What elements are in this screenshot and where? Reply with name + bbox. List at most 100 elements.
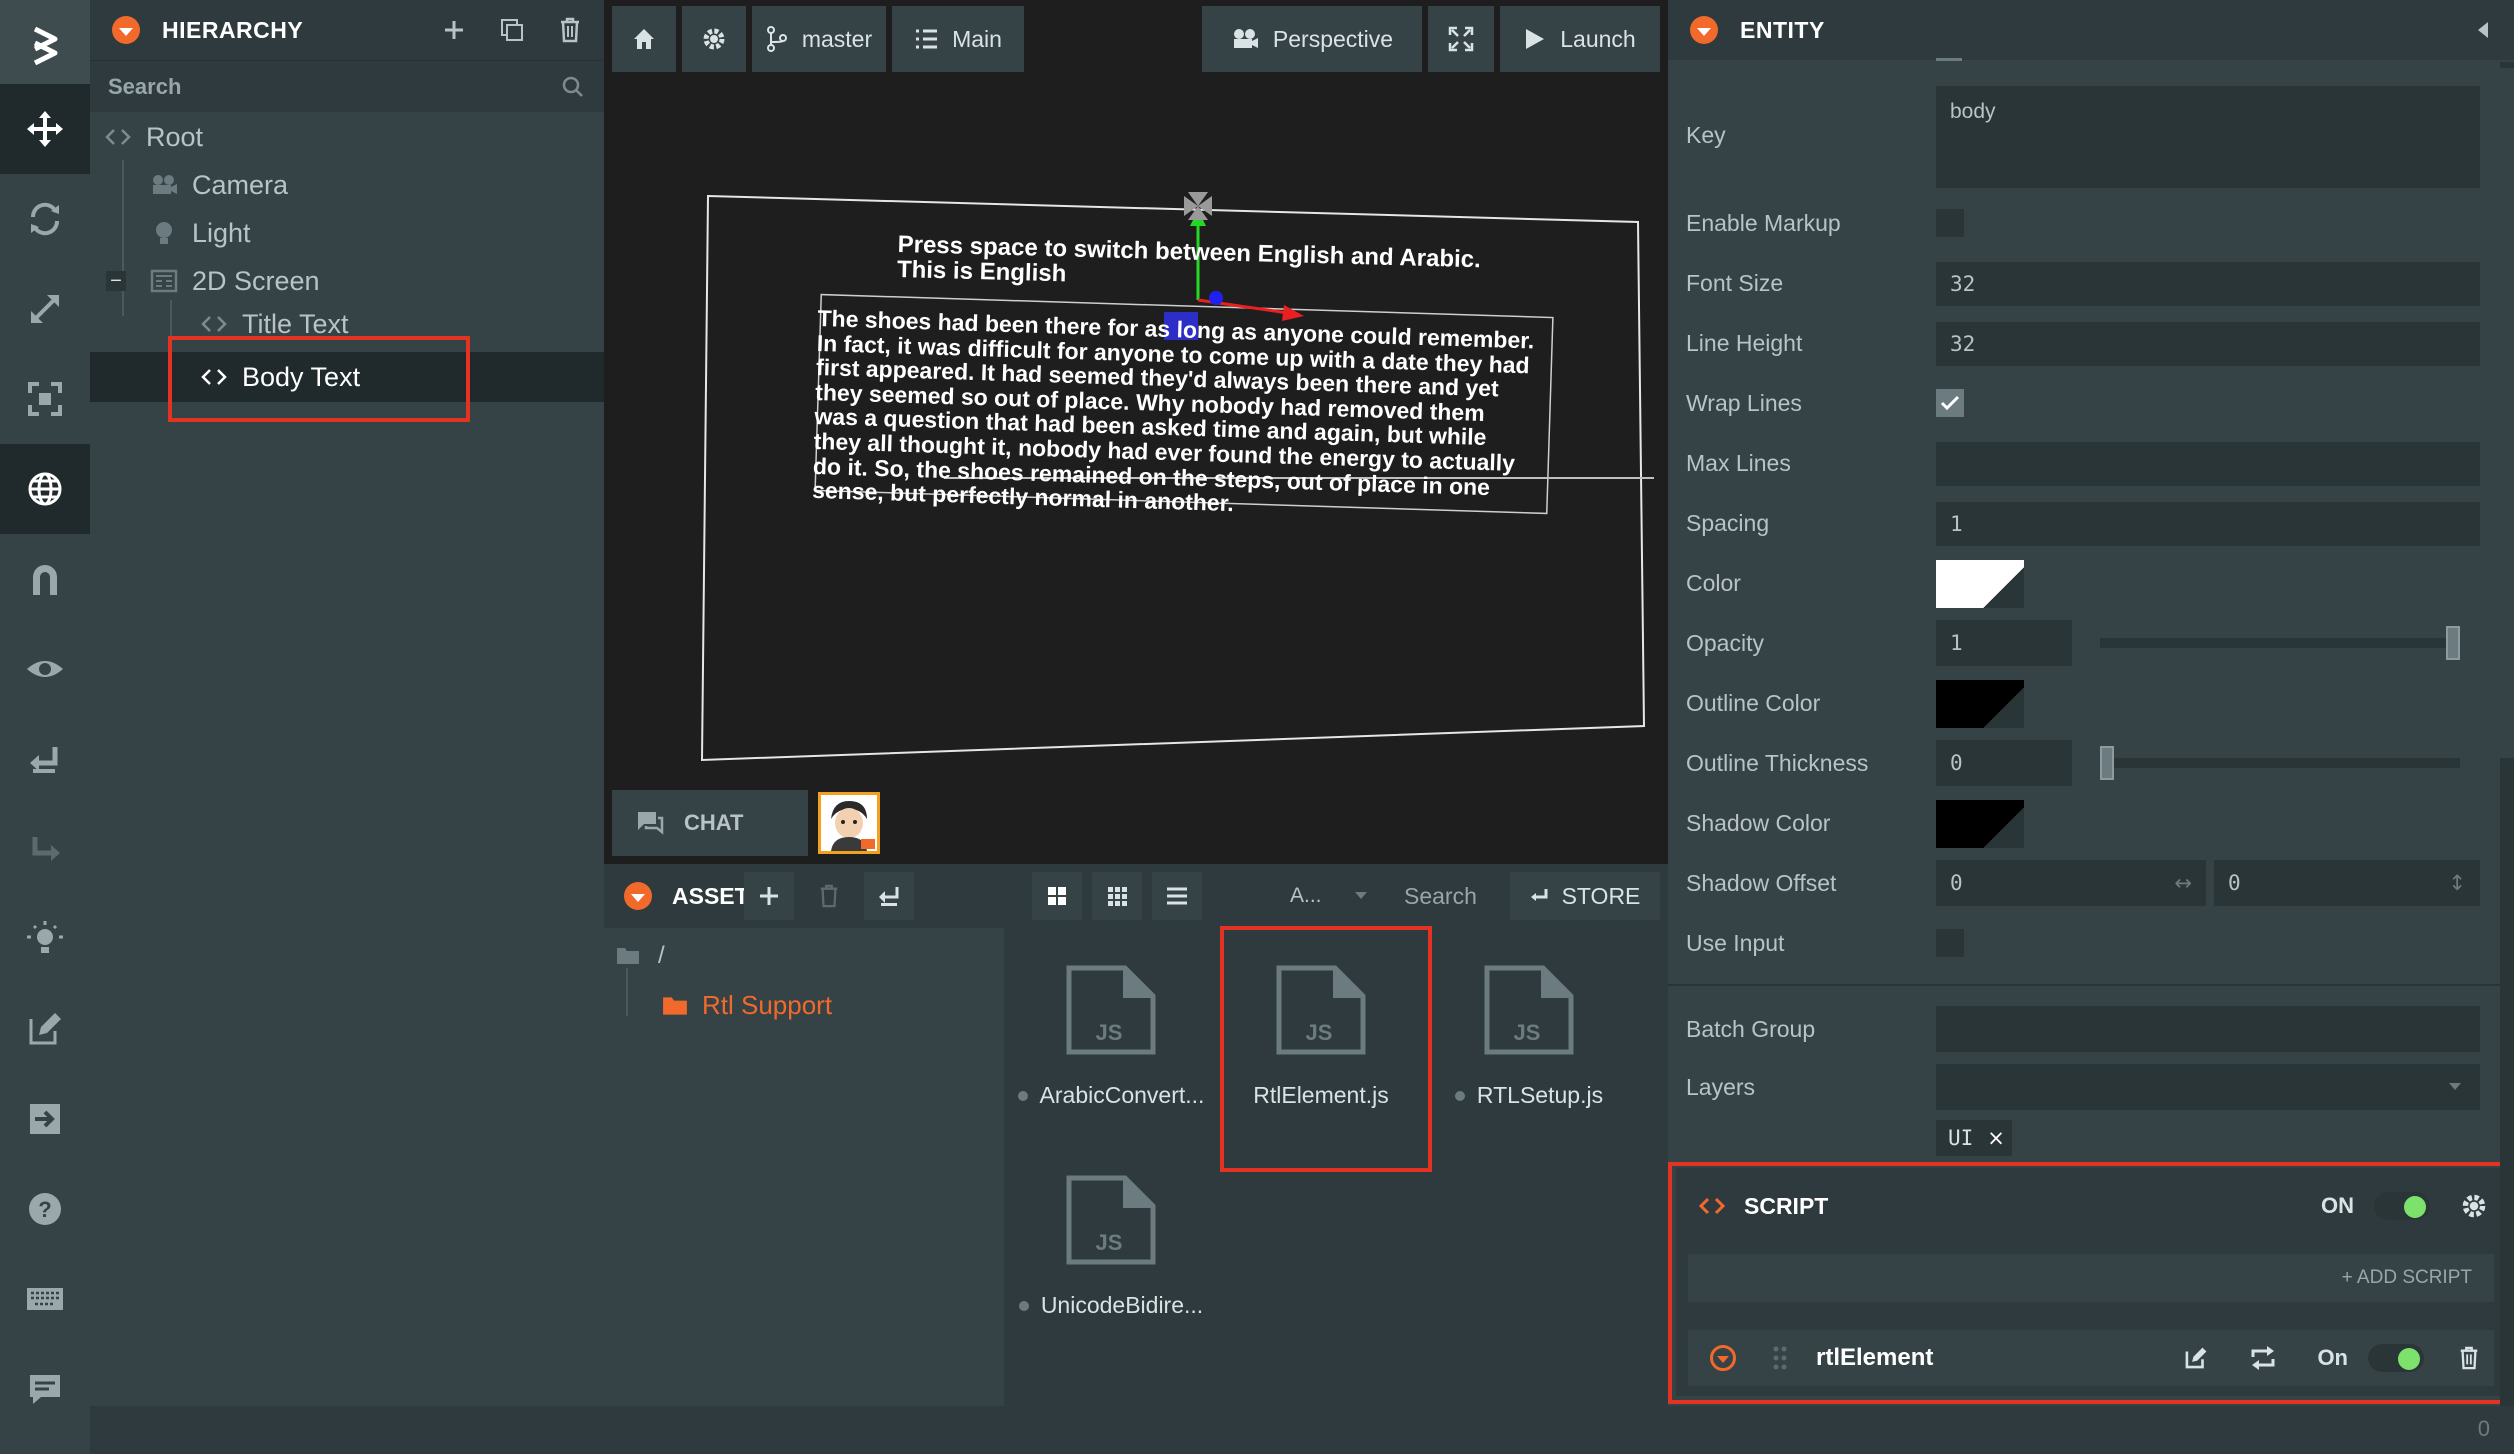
spacing-field[interactable]: 1 bbox=[1936, 502, 2480, 546]
js-file-icon: JS bbox=[1484, 965, 1574, 1055]
asset-search-input[interactable]: Search bbox=[1404, 872, 1504, 920]
batch-group-select[interactable] bbox=[1936, 1006, 2480, 1052]
svg-text:JS: JS bbox=[1306, 1020, 1333, 1045]
edit-icon[interactable] bbox=[0, 984, 90, 1074]
screen-icon bbox=[150, 269, 178, 293]
store-button[interactable]: STORE bbox=[1510, 872, 1660, 920]
status-dot bbox=[1454, 1090, 1465, 1101]
snap-icon[interactable] bbox=[0, 534, 90, 624]
collapse-icon[interactable] bbox=[112, 16, 140, 44]
tree-item-root[interactable]: Root bbox=[104, 114, 203, 160]
tree-item-label: Title Text bbox=[242, 308, 349, 339]
avatar[interactable] bbox=[818, 792, 880, 854]
chat-button[interactable]: CHAT bbox=[612, 790, 808, 856]
remove-layer-icon[interactable]: × bbox=[1987, 1126, 2005, 1150]
collapse-script-icon[interactable] bbox=[1710, 1345, 1736, 1371]
edit-script-icon[interactable] bbox=[2183, 1345, 2209, 1371]
outline-color-swatch[interactable] bbox=[1936, 680, 2024, 728]
outline-thickness-slider-handle[interactable] bbox=[2100, 746, 2114, 780]
view-large-grid-button[interactable] bbox=[1032, 872, 1082, 920]
color-swatch[interactable] bbox=[1936, 560, 2024, 608]
tree-item-body-text[interactable]: Body Text bbox=[200, 354, 360, 400]
rotate-icon[interactable] bbox=[0, 174, 90, 264]
refresh-script-icon[interactable] bbox=[2249, 1345, 2277, 1371]
drag-handle-icon[interactable] bbox=[1772, 1345, 1788, 1371]
viewport[interactable]: master Main Perspective Launch Press spa… bbox=[604, 0, 1668, 864]
line-height-field[interactable]: 32 bbox=[1936, 322, 2480, 366]
asset-file-rtlelement[interactable]: JS RtlElement.js bbox=[1226, 964, 1416, 1109]
outline-thickness-slider[interactable] bbox=[2100, 758, 2460, 768]
tree-item-title-text[interactable]: Title Text bbox=[200, 306, 349, 342]
scale-icon[interactable] bbox=[0, 264, 90, 354]
asset-file-arabicconvert[interactable]: JS ArabicConvert... bbox=[1016, 964, 1206, 1109]
chat-icon[interactable] bbox=[0, 1344, 90, 1434]
collapse-toggle[interactable]: − bbox=[106, 271, 126, 291]
asset-file-name: RtlElement.js bbox=[1253, 1082, 1389, 1108]
delete-asset-button[interactable] bbox=[804, 872, 854, 920]
tree-item-2d-screen[interactable]: − 2D Screen bbox=[106, 258, 320, 304]
folder-root[interactable]: / bbox=[616, 942, 665, 970]
back-button[interactable] bbox=[864, 872, 914, 920]
keyboard-icon[interactable] bbox=[0, 1254, 90, 1344]
key-field[interactable]: body bbox=[1936, 86, 2480, 188]
redo-icon[interactable] bbox=[0, 804, 90, 894]
hierarchy-title: HIERARCHY bbox=[162, 16, 304, 43]
max-lines-field[interactable] bbox=[1936, 442, 2480, 486]
view-small-grid-button[interactable] bbox=[1092, 872, 1142, 920]
opacity-slider[interactable] bbox=[2100, 638, 2460, 648]
help-icon[interactable]: ? bbox=[0, 1164, 90, 1254]
asset-file-rtlsetup[interactable]: JS RTLSetup.js bbox=[1434, 964, 1624, 1109]
assets-panel: ASSETS A... Search STORE / Rtl Support J… bbox=[604, 864, 1668, 1406]
logo-icon[interactable] bbox=[0, 0, 90, 90]
search-placeholder: Search bbox=[1404, 882, 1477, 909]
light-icon[interactable] bbox=[0, 894, 90, 984]
script-instance-toggle[interactable] bbox=[2368, 1344, 2424, 1372]
inspector-scrollbar[interactable] bbox=[2500, 62, 2514, 1406]
delete-script-icon[interactable] bbox=[2458, 1346, 2480, 1370]
wrap-lines-checkbox[interactable] bbox=[1936, 389, 1964, 417]
shadow-offset-x-field[interactable]: 0 ↔ bbox=[1936, 860, 2206, 906]
tree-item-light[interactable]: Light bbox=[150, 210, 251, 256]
view-list-button[interactable] bbox=[1152, 872, 1202, 920]
delete-entity-icon[interactable] bbox=[558, 17, 582, 43]
batch-group-label: Batch Group bbox=[1686, 1016, 1816, 1042]
duplicate-icon[interactable] bbox=[500, 18, 524, 42]
outline-thickness-label: Outline Thickness bbox=[1686, 750, 1869, 776]
folder-rtl-support[interactable]: Rtl Support bbox=[662, 990, 832, 1021]
hierarchy-search[interactable]: Search bbox=[90, 60, 604, 112]
js-file-icon: JS bbox=[1066, 1175, 1156, 1265]
tree-item-camera[interactable]: Camera bbox=[150, 162, 288, 208]
collapse-icon[interactable] bbox=[1690, 16, 1718, 44]
script-enabled-toggle[interactable] bbox=[2374, 1192, 2430, 1220]
layers-select[interactable] bbox=[1936, 1064, 2480, 1110]
shadow-offset-y-field[interactable]: 0 ↕ bbox=[2214, 860, 2480, 906]
folder-icon bbox=[617, 948, 639, 964]
collapse-panel-icon[interactable] bbox=[2476, 20, 2490, 40]
layer-tag[interactable]: UI × bbox=[1936, 1120, 2012, 1156]
add-entity-icon[interactable] bbox=[442, 18, 466, 42]
script-instance-on-label: On bbox=[2317, 1345, 2348, 1370]
inspector-scrollbar-thumb[interactable] bbox=[2500, 68, 2514, 758]
asset-type-filter[interactable]: A... bbox=[1284, 872, 1374, 920]
add-script-button[interactable]: + ADD SCRIPT bbox=[1688, 1254, 2494, 1302]
publish-icon[interactable] bbox=[0, 1074, 90, 1164]
world-icon[interactable] bbox=[0, 444, 90, 534]
hierarchy-search-input[interactable]: Search bbox=[108, 74, 181, 100]
use-input-checkbox[interactable] bbox=[1936, 929, 1964, 957]
undo-icon[interactable] bbox=[0, 714, 90, 804]
enable-markup-checkbox[interactable] bbox=[1936, 209, 1964, 237]
opacity-field[interactable]: 1 bbox=[1936, 620, 2072, 666]
toolbar: ? bbox=[0, 0, 90, 1454]
shadow-color-swatch[interactable] bbox=[1936, 800, 2024, 848]
divider bbox=[1668, 984, 2514, 986]
translate-icon[interactable] bbox=[0, 84, 90, 174]
collapse-icon[interactable] bbox=[624, 882, 652, 910]
asset-file-unicodebidi[interactable]: JS UnicodeBidire... bbox=[1016, 1174, 1206, 1319]
gear-icon[interactable] bbox=[2460, 1192, 2488, 1220]
add-asset-button[interactable] bbox=[744, 872, 794, 920]
opacity-slider-handle[interactable] bbox=[2446, 626, 2460, 660]
view-icon[interactable] bbox=[0, 624, 90, 714]
resize-icon[interactable] bbox=[0, 354, 90, 444]
outline-thickness-field[interactable]: 0 bbox=[1936, 740, 2072, 786]
font-size-field[interactable]: 32 bbox=[1936, 262, 2480, 306]
